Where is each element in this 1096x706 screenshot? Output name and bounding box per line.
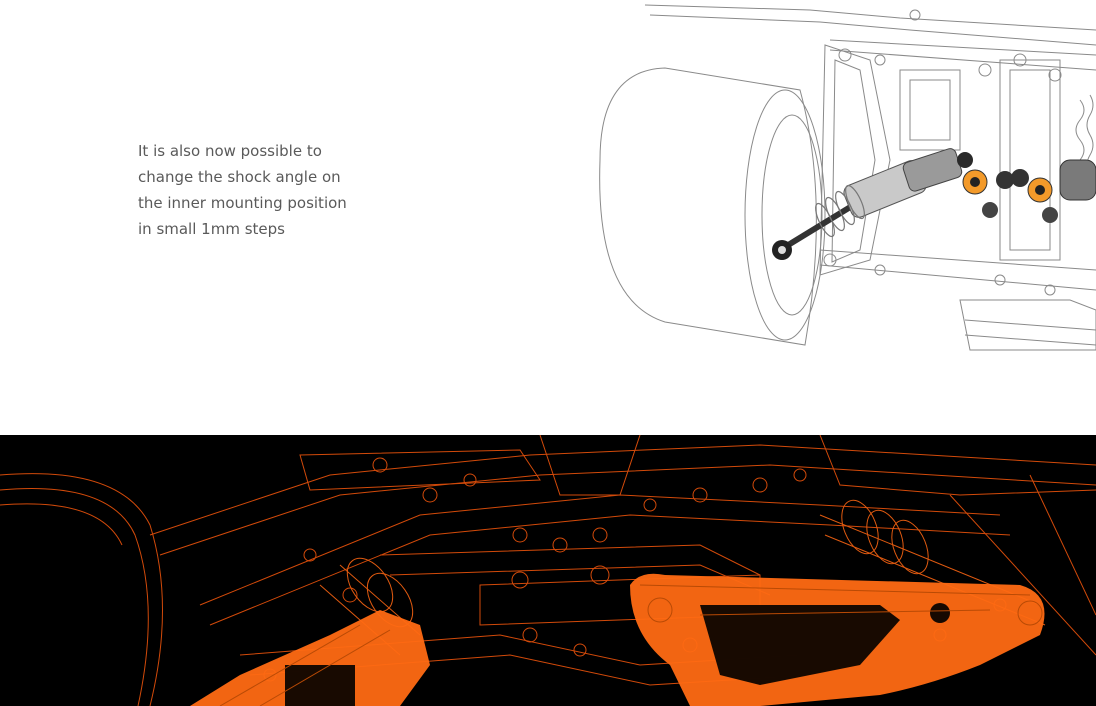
wheel-rim — [744, 89, 826, 341]
wheel-outline — [599, 67, 817, 346]
chassis-wireframe — [0, 435, 1096, 706]
shock-mount — [957, 152, 1096, 223]
feature-section: It is also now possible to change the sh… — [0, 0, 1096, 435]
shock-absorber — [772, 148, 963, 260]
feature-caption: It is also now possible to change the sh… — [138, 142, 347, 238]
shock-mount-render — [599, 4, 1096, 351]
chassis-xray-banner — [0, 435, 1096, 706]
